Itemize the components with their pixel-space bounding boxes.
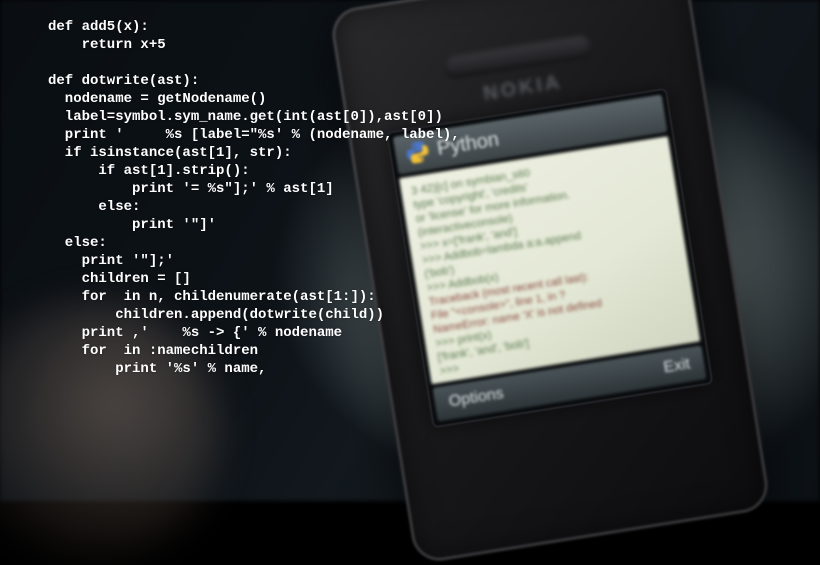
softkey-options[interactable]: Options xyxy=(448,385,505,411)
code-overlay: def add5(x): return x+5 def dotwrite(ast… xyxy=(48,18,460,378)
softkey-exit[interactable]: Exit xyxy=(662,355,691,377)
